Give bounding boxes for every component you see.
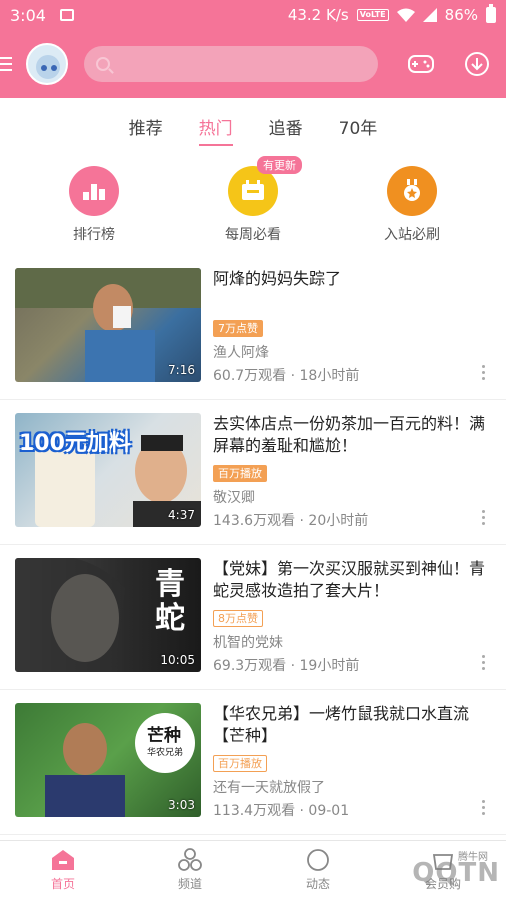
update-badge: 有更新 [257,156,302,174]
nav-dynamic[interactable]: 动态 [288,847,348,892]
image-notification-icon [59,9,74,21]
video-title[interactable]: 去实体店点一份奶茶加一百元的料！满屏幕的羞耻和尴尬！ [213,413,493,457]
ranking-entry[interactable]: 排行榜 [34,160,154,244]
video-thumbnail[interactable]: 100元加料 4:37 [15,413,201,527]
video-title[interactable]: 阿烽的妈妈失踪了 [213,268,493,290]
medal-icon [387,166,437,216]
tab-recommend[interactable]: 推荐 [129,98,163,150]
tab-70-years[interactable]: 70年 [339,98,378,150]
video-author[interactable]: 机智的党妹 [213,632,283,652]
status-right: 43.2 K/s VoLTE 86% [287,4,496,24]
video-author[interactable]: 渔人阿烽 [213,342,269,362]
video-item[interactable]: 芒种 华农兄弟 3:03 【华农兄弟】一烤竹鼠我就口水直流【芒种】 百万播放 还… [0,690,506,835]
video-item[interactable]: 7:16 阿烽的妈妈失踪了 7万点赞 渔人阿烽 60.7万观看 · 18小时前 [0,255,506,400]
signal-icon [422,8,437,22]
video-tag: 8万点赞 [213,610,263,627]
video-tag: 7万点赞 [213,320,263,337]
video-thumbnail[interactable]: 青蛇 10:05 [15,558,201,672]
thumbnail-caption: 100元加料 [19,431,131,456]
video-thumbnail[interactable]: 7:16 [15,268,201,382]
more-options-icon[interactable] [482,655,486,670]
video-stats: 69.3万观看 · 19小时前 [213,658,360,674]
channel-icon [177,847,203,873]
tab-follow-anime[interactable]: 追番 [269,98,303,150]
battery-icon [486,4,496,23]
watermark-logo: QQTN [412,858,500,888]
video-author[interactable]: 还有一天就放假了 [213,777,325,797]
app-header [0,30,506,98]
more-options-icon[interactable] [482,365,486,380]
video-thumbnail[interactable]: 芒种 华农兄弟 3:03 [15,703,201,817]
video-title[interactable]: 【华农兄弟】一烤竹鼠我就口水直流【芒种】 [213,703,493,747]
must-watch-entry[interactable]: 入站必刷 [352,160,472,244]
more-options-icon[interactable] [482,800,486,815]
video-duration: 4:37 [168,508,195,522]
status-time: 3:04 [10,5,46,25]
nav-home-label: 首页 [50,877,75,891]
more-options-icon[interactable] [482,510,486,525]
weekly-label: 每周必看 [225,227,281,243]
top-tabs: 推荐 热门 追番 70年 [0,98,506,150]
nav-channel[interactable]: 频道 [160,847,220,892]
search-input[interactable] [84,46,378,82]
must-watch-label: 入站必刷 [384,227,440,243]
thumbnail-subcaption: 华农兄弟 [147,748,184,758]
video-stats: 113.4万观看 · 09-01 [213,803,350,819]
quick-entries: 排行榜 有更新 每周必看 入站必刷 [0,156,506,244]
battery-percent: 86% [444,6,478,24]
video-item[interactable]: 100元加料 4:37 去实体店点一份奶茶加一百元的料！满屏幕的羞耻和尴尬！ 百… [0,400,506,545]
ranking-label: 排行榜 [73,227,115,243]
video-stats: 143.6万观看 · 20小时前 [213,513,369,529]
status-bar: 3:04 43.2 K/s VoLTE 86% [0,0,506,30]
video-duration: 3:03 [168,798,195,812]
network-speed: 43.2 K/s [287,6,349,24]
nav-home[interactable]: 首页 [33,847,93,892]
thumbnail-caption: 芒种 [147,726,181,746]
volte-icon: VoLTE [356,9,389,21]
ranking-icon [69,166,119,216]
nav-dynamic-label: 动态 [305,877,330,891]
wifi-icon [396,8,415,22]
video-tag: 百万播放 [213,755,267,772]
video-stats: 60.7万观看 · 18小时前 [213,368,360,384]
video-duration: 10:05 [160,653,195,667]
avatar[interactable] [26,43,68,85]
game-center-icon[interactable] [408,51,434,77]
menu-icon[interactable] [0,54,14,74]
video-title[interactable]: 【党妹】第一次买汉服就买到神仙！青蛇灵感妆造拍了套大片！ [213,558,493,602]
video-tag: 百万播放 [213,465,267,482]
video-author[interactable]: 敬汉卿 [213,487,255,507]
nav-channel-label: 频道 [177,877,202,891]
video-item[interactable]: 青蛇 10:05 【党妹】第一次买汉服就买到神仙！青蛇灵感妆造拍了套大片！ 8万… [0,545,506,690]
thumbnail-caption: 青蛇 [155,567,185,636]
home-icon [50,847,76,873]
dynamic-icon [305,847,331,873]
video-duration: 7:16 [168,363,195,377]
search-icon [96,57,110,71]
download-icon[interactable] [464,51,490,77]
tab-hot[interactable]: 热门 [198,98,233,150]
weekly-entry[interactable]: 有更新 每周必看 [193,156,313,244]
